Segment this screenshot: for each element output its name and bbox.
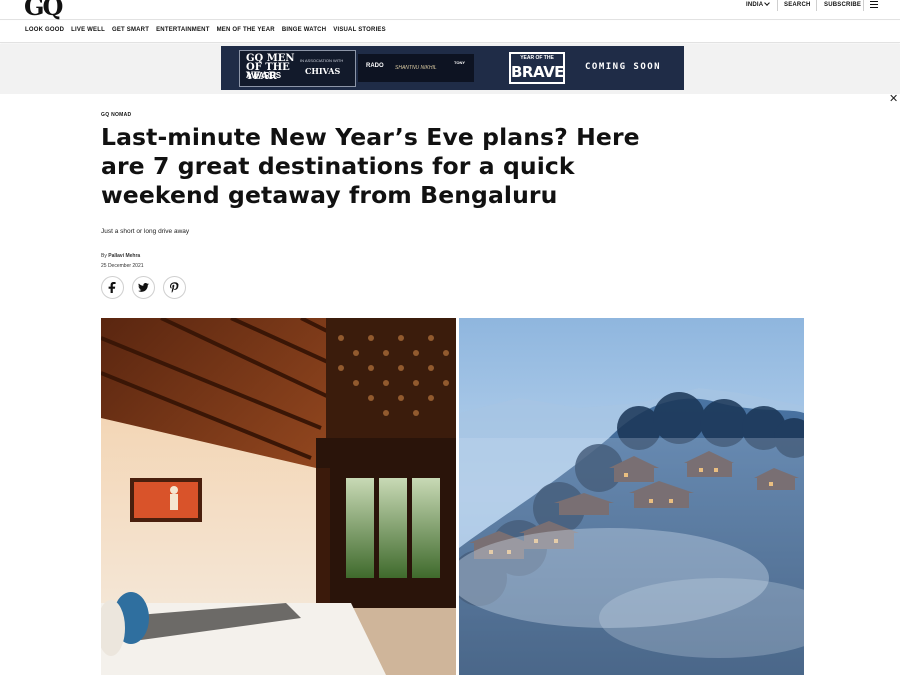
nav-item-men-of-the-year[interactable]: MEN OF THE YEAR <box>217 27 275 33</box>
divider <box>777 0 778 11</box>
subscribe-label: SUBSCRIBE <box>824 1 862 8</box>
main-nav: LOOK GOOD LIVE WELL GET SMART ENTERTAINM… <box>0 21 900 43</box>
nav-item-visual-stories[interactable]: VISUAL STORIES <box>333 27 386 33</box>
region-selector[interactable]: INDIA <box>746 0 771 9</box>
ad-rado-text: RADO <box>366 63 384 69</box>
gq-logo[interactable]: GQ <box>24 0 63 21</box>
banner-ad[interactable]: GQ MEN OF THE YEAR AWARDS IN ASSOCIATION… <box>221 46 684 90</box>
divider <box>816 0 817 11</box>
article-headline: Last-minute New Year’s Eve plans? Here a… <box>101 123 640 209</box>
nav-item-get-smart[interactable]: GET SMART <box>112 27 149 33</box>
byline-prefix: By <box>101 253 107 259</box>
ad-year-of-brave-box: YEAR OF THE BRAVE <box>509 52 565 84</box>
ad-coming-soon-text: COMING SOON <box>585 62 662 72</box>
share-facebook-button[interactable] <box>101 276 124 299</box>
nav-list: LOOK GOOD LIVE WELL GET SMART ENTERTAINM… <box>25 27 386 33</box>
nav-item-entertainment[interactable]: ENTERTAINMENT <box>156 27 210 33</box>
article-dek: Just a short or long drive away <box>101 228 190 235</box>
nav-item-binge-watch[interactable]: BINGE WATCH <box>282 27 326 33</box>
share-pinterest-button[interactable] <box>163 276 186 299</box>
ad-year-of-text: YEAR OF THE <box>520 55 554 61</box>
publish-date: 25 December 2021 <box>101 263 144 269</box>
divider <box>863 0 864 11</box>
share-twitter-button[interactable] <box>132 276 155 299</box>
twitter-icon <box>138 283 149 292</box>
article-photo-misty-resort <box>459 318 804 675</box>
ad-sponsors-box: RADO SHANTNU NIKHIL TONY <box>358 54 474 82</box>
subscribe-button[interactable]: SUBSCRIBE <box>824 0 861 9</box>
ad-shantanu-text: SHANTNU NIKHIL <box>395 65 437 71</box>
ad-assoc-text: IN ASSOCIATION WITH <box>300 58 344 63</box>
region-label: INDIA <box>746 1 764 8</box>
ad-strip: GQ MEN OF THE YEAR AWARDS IN ASSOCIATION… <box>0 44 900 105</box>
search-label: SEARCH <box>784 1 811 8</box>
pinterest-icon <box>170 281 179 293</box>
ad-tony-text: TONY <box>454 60 466 65</box>
article-rubric[interactable]: GQ NOMAD <box>101 112 131 118</box>
article-photo-bedroom <box>101 318 456 675</box>
chevron-down-icon <box>764 0 771 6</box>
menu-button[interactable] <box>870 0 878 9</box>
ad-brave-text: BRAVE <box>511 63 564 81</box>
nav-item-look-good[interactable]: LOOK GOOD <box>25 27 64 33</box>
ad-awards-box: GQ MEN OF THE YEAR AWARDS IN ASSOCIATION… <box>239 50 356 87</box>
close-icon[interactable]: ✕ <box>889 92 898 105</box>
nav-item-live-well[interactable]: LIVE WELL <box>71 27 105 33</box>
hamburger-menu-icon <box>870 1 878 8</box>
top-bar: GQ INDIA SEARCH SUBSCRIBE <box>0 0 900 21</box>
facebook-icon <box>108 282 116 293</box>
bedroom-image <box>101 318 456 675</box>
misty-resort-image <box>459 318 804 675</box>
search-button[interactable]: SEARCH <box>784 0 811 9</box>
author-link[interactable]: Pallavi Mehra <box>108 253 140 259</box>
article-byline: By Pallavi Mehra <box>101 253 140 259</box>
ad-chivas-text: CHIVAS <box>305 66 341 76</box>
ad-awards-text: AWARDS <box>246 71 282 80</box>
